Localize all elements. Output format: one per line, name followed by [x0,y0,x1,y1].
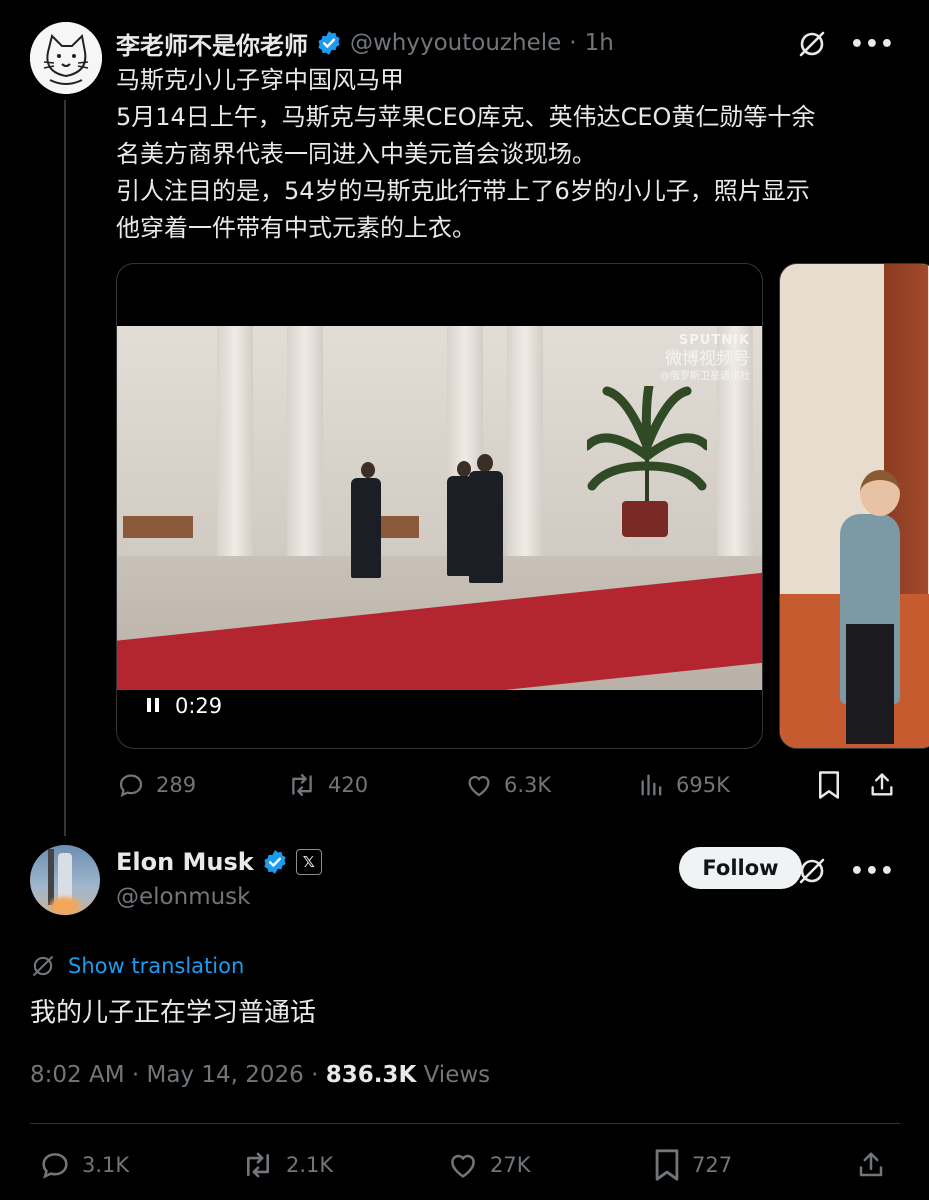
main-header-actions: ••• [796,855,895,887]
repost-count: 2.1K [286,1153,334,1177]
reply-icon [119,774,143,798]
heart-icon [451,1154,475,1178]
show-translation-label: Show translation [68,954,245,978]
text-line: 他穿着一件带有中式元素的上衣。 [116,214,476,242]
views-button[interactable]: 695K [638,770,730,800]
time-ago[interactable]: 1h [585,30,614,56]
watermark-cn: 微博视频号 [665,349,750,369]
views-count: 836.3K [325,1062,417,1088]
verified-badge-icon [318,31,340,55]
author-avatar[interactable] [30,845,100,915]
repost-count: 420 [328,773,369,797]
share-icon [871,773,893,796]
bookmark-icon [819,771,839,799]
author-handle[interactable]: @whyyoutouzhele [350,30,561,56]
repost-button[interactable]: 2.1K [240,1148,333,1182]
show-translation-link[interactable]: Show translation [30,953,244,979]
main-tweet-header: Elon Musk 𝕏 [116,848,322,876]
watermark-sub: @俄罗斯卫星通讯社 [660,371,750,382]
parent-tweet-header: 李老师不是你老师 @whyyoutouzhele · 1h [116,24,614,62]
like-count: 6.3K [504,773,552,797]
more-options-icon[interactable]: ••• [850,32,895,57]
reply-count: 289 [156,773,197,797]
like-count: 27K [490,1153,531,1177]
text-line: 引人注目的是，54岁的马斯克此行带上了6岁的小儿子，照片显示 [116,177,810,205]
author-name[interactable]: Elon Musk [116,848,254,876]
author-avatar[interactable] [30,22,102,94]
repost-button[interactable]: 420 [286,770,368,800]
share-button[interactable] [868,770,896,800]
reply-count: 3.1K [82,1153,130,1177]
video-watermark: SPUTNIK 微博视频号 @俄罗斯卫星通讯社 [660,332,750,386]
pause-icon[interactable] [147,698,161,714]
views-chart-icon [641,774,662,796]
reply-button[interactable]: 3.1K [38,1148,129,1182]
grok-icon[interactable] [796,28,828,60]
text-line: 5月14日上午，马斯克与苹果CEO库克、英伟达CEO黄仁勋等十余 [116,103,816,131]
grok-icon[interactable] [796,855,828,887]
timestamp[interactable]: 8:02 AM · May 14, 2026 · [30,1062,326,1088]
verified-badge-icon [264,850,286,874]
share-button[interactable] [856,1148,886,1182]
x-affiliate-badge-icon[interactable]: 𝕏 [295,849,322,875]
like-button[interactable]: 6.3K [464,770,551,800]
text-line: 马斯克小儿子穿中国风马甲 [116,66,404,94]
reply-icon [42,1153,68,1179]
views-label: Views [416,1062,491,1088]
watermark-brand: SPUTNIK [678,333,750,348]
video-player[interactable]: SPUTNIK 微博视频号 @俄罗斯卫星通讯社 0:29 [116,263,763,749]
bookmark-button[interactable] [816,770,842,800]
parent-action-bar: 289 420 6.3K 695K [116,770,906,810]
like-button[interactable]: 27K [446,1148,531,1182]
views-count: 695K [676,773,730,797]
video-controls: 0:29 [147,694,222,718]
repost-icon [292,773,312,797]
video-duration: 0:29 [175,694,223,718]
bookmark-count: 727 [692,1153,733,1177]
parent-tweet-text: 马斯克小儿子穿中国风马甲 5月14日上午，马斯克与苹果CEO库克、英伟达CEO黄… [116,62,896,247]
bookmark-icon [655,1149,679,1181]
reply-button[interactable]: 289 [116,770,196,800]
tweet-metadata: 8:02 AM · May 14, 2026 · 836.3K Views [30,1062,490,1088]
thread-connector-line [64,100,66,836]
video-frame: SPUTNIK 微博视频号 @俄罗斯卫星通讯社 [117,326,762,690]
text-line: 名美方商界代表一同进入中美元首会谈现场。 [116,140,596,168]
heart-icon [468,776,490,797]
cat-drawing-icon [30,22,102,94]
bookmark-button[interactable]: 727 [652,1148,732,1182]
author-handle[interactable]: @elonmusk [116,884,250,910]
main-action-bar: 3.1K 2.1K 27K 727 [30,1148,900,1188]
follow-button[interactable]: Follow [679,847,802,889]
grok-translate-icon [33,956,53,976]
repost-icon [246,1152,270,1178]
more-options-icon[interactable]: ••• [850,859,895,884]
dot-separator: · [569,30,577,56]
share-icon [859,1152,883,1177]
parent-header-actions: ••• [796,28,895,60]
divider [30,1123,900,1124]
attached-photo[interactable] [779,263,929,749]
author-name[interactable]: 李老师不是你老师 [116,26,308,61]
main-tweet-text: 我的儿子正在学习普通话 [30,998,317,1028]
